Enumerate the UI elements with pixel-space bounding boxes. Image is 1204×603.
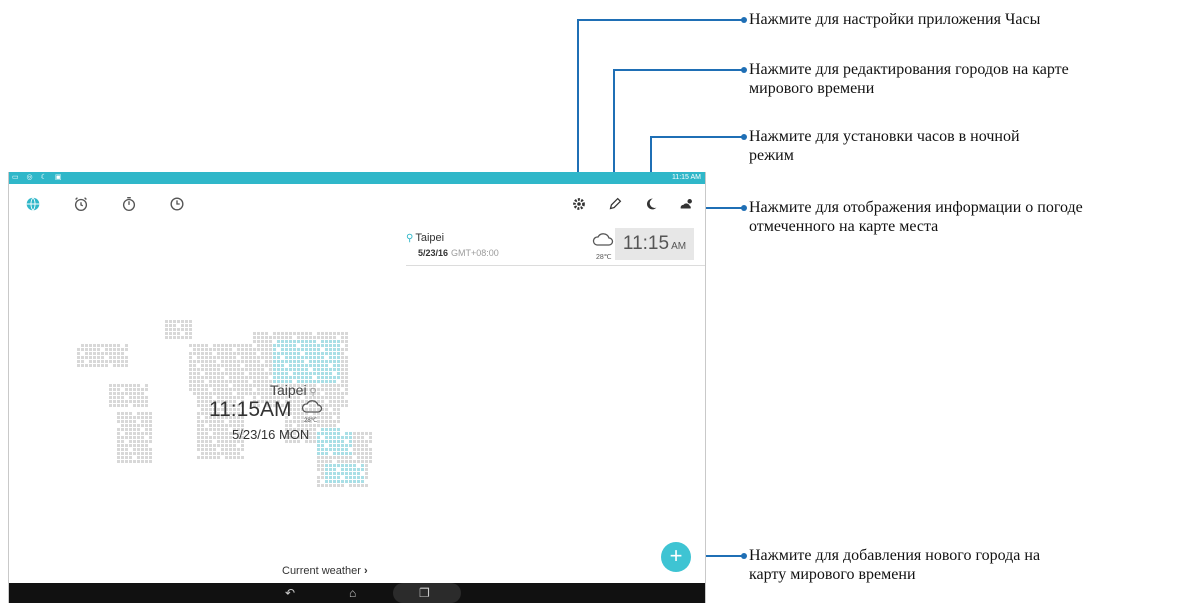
back-icon[interactable]: ↶ (285, 586, 295, 600)
chevron-right-icon: › (363, 565, 368, 577)
tablet-screen: ▭ ◎ ☾ ▣ 11:15 AM ⚲ Taipei 5/23/16 GMT+08… (8, 172, 706, 603)
callout-add-city: Нажмите для добавления нового города на к… (749, 547, 1041, 583)
status-bar: ▭ ◎ ☾ ▣ 11:15 AM (9, 172, 705, 184)
map-date: 5/23/16 MON (232, 427, 310, 442)
callout-night-mode: Нажмите для установки часов в ночной режи… (749, 128, 1020, 164)
status-notification-icons: ▭ ◎ ☾ ▣ (12, 174, 65, 181)
world-clock-icon[interactable] (23, 194, 43, 214)
card-temperature: 28℃ (596, 254, 612, 261)
map-cloud-icon (301, 398, 323, 419)
night-mode-icon[interactable] (641, 194, 661, 214)
alarm-icon[interactable] (71, 194, 91, 214)
home-icon[interactable]: ⌂ (349, 586, 356, 600)
weather-icon[interactable] (677, 194, 697, 214)
edit-icon[interactable] (605, 194, 625, 214)
callout-edit: Нажмите для редактирования городов на ка… (749, 61, 1069, 97)
city-name: ⚲ Taipei (406, 232, 445, 244)
toolbar (9, 184, 705, 224)
cloud-icon (591, 231, 615, 252)
world-map[interactable] (17, 312, 397, 502)
settings-icon[interactable] (569, 194, 589, 214)
card-time: 11:15 AM (615, 228, 694, 260)
navigation-bar: ↶ ⌂ ❐ (9, 583, 705, 603)
current-weather-link[interactable]: Current weather › (282, 565, 368, 577)
location-pin-icon: ⚲ (406, 233, 414, 244)
location-pin-icon: ⚲ (306, 387, 317, 398)
city-card[interactable]: ⚲ Taipei 5/23/16 GMT+08:00 28℃ 11:15 AM (406, 226, 705, 266)
add-city-button[interactable]: + (661, 542, 691, 572)
recent-apps-icon[interactable]: ❐ (419, 586, 430, 600)
callout-settings: Нажмите для настройки приложения Часы (749, 11, 1041, 28)
city-date: 5/23/16 GMT+08:00 (418, 248, 499, 258)
stopwatch-icon[interactable] (119, 194, 139, 214)
timer-icon[interactable] (167, 194, 187, 214)
map-city-label: Taipei ⚲ (270, 382, 317, 398)
map-time: 11:15AM (209, 398, 292, 421)
callout-weather: Нажмите для отображения информации о пог… (749, 199, 1083, 235)
status-time: 11:15 AM (671, 174, 701, 181)
map-temperature: 28℃ (304, 418, 318, 424)
